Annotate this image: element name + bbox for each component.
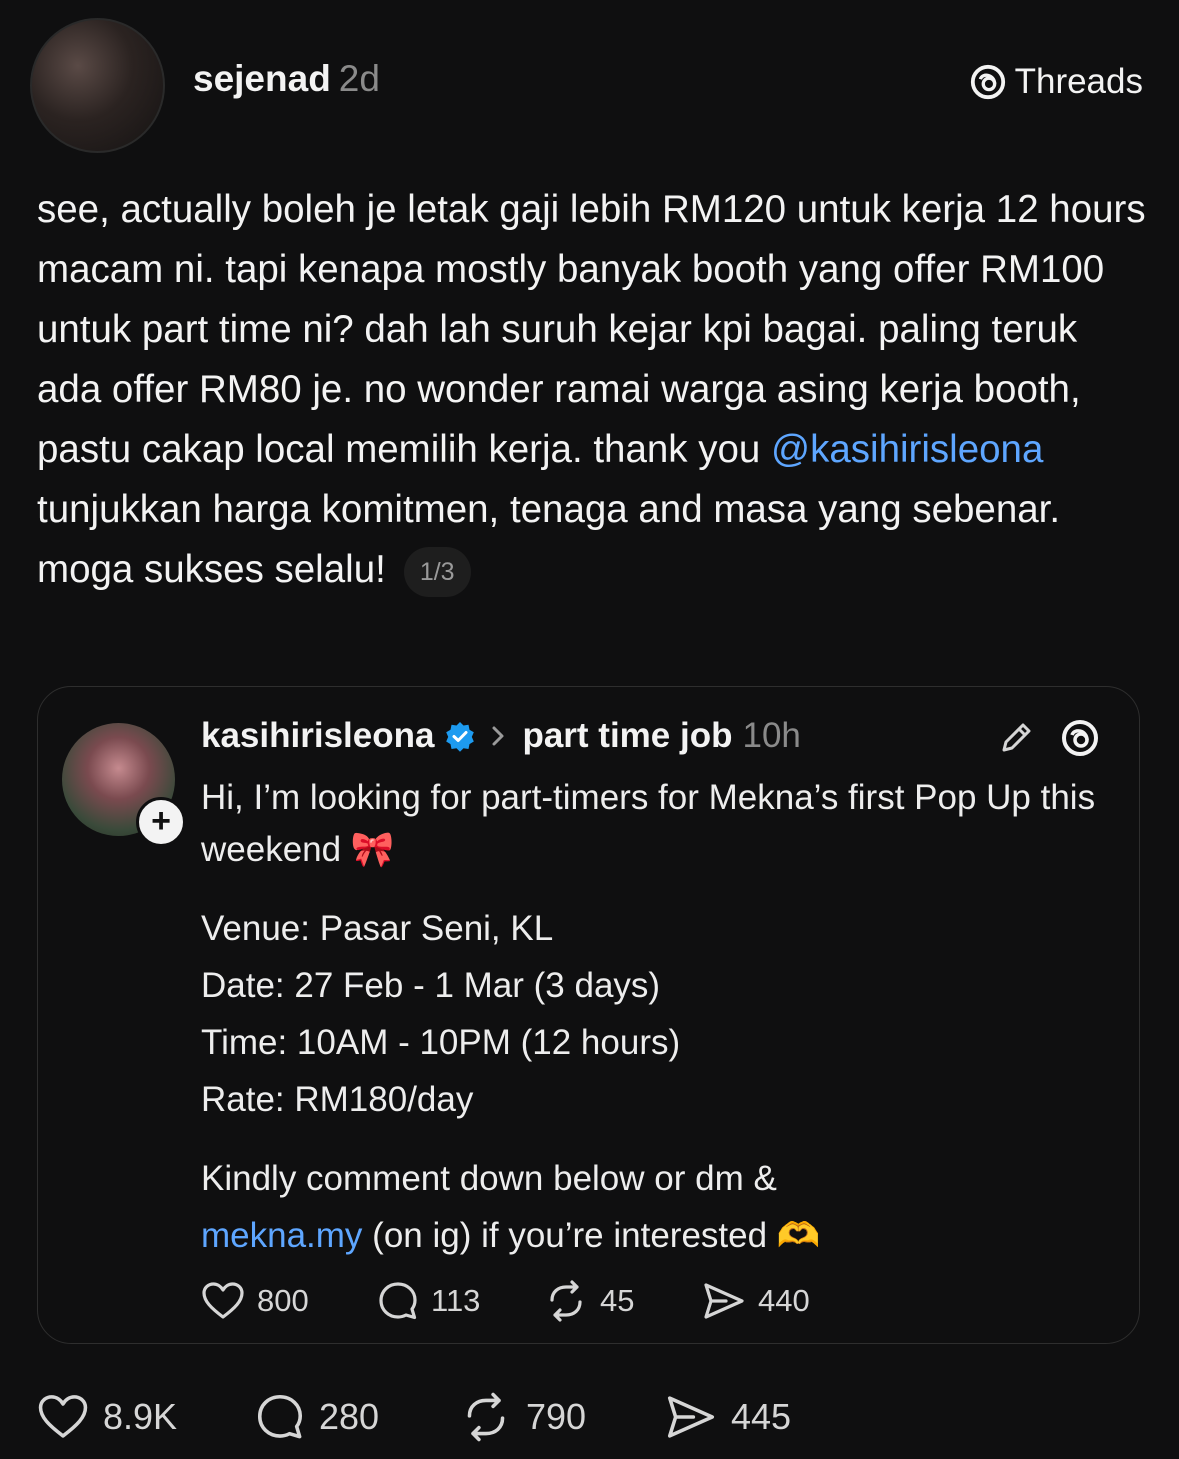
thread-pager-badge: 1/3: [403, 546, 471, 597]
quoted-actions-bar: 800 113 45 440: [201, 1280, 810, 1322]
quoted-time: Time: 10AM - 10PM (12 hours): [201, 1023, 681, 1062]
mention-link[interactable]: @kasihirisleona: [771, 428, 1043, 471]
brand-label: Threads: [1014, 62, 1143, 101]
chevron-right-icon: [492, 726, 504, 746]
post-text-part2: tunjukkan harga komitmen, tenaga and mas…: [37, 488, 1061, 591]
quoted-like-button[interactable]: 800: [201, 1281, 377, 1321]
author-avatar[interactable]: [30, 18, 165, 153]
quoted-intro: Hi, I’m looking for part-timers for Mekn…: [201, 778, 1096, 869]
quoted-like-count: 800: [257, 1283, 309, 1318]
quoted-rate: Rate: RM180/day: [201, 1080, 474, 1119]
quoted-post-age: 10h: [742, 716, 801, 755]
quoted-repost-count: 45: [600, 1283, 635, 1318]
quoted-cta-line2: mekna.my (on ig) if you’re interested 🫶: [201, 1207, 1121, 1264]
quoted-header-icons: [996, 718, 1100, 758]
post-age: 2d: [338, 58, 380, 99]
comment-icon: [379, 1282, 417, 1320]
post-actions-bar: 8.9K 280 790 445: [37, 1392, 791, 1442]
threads-logo-icon: [970, 64, 1005, 100]
quoted-post-header: kasihirisleona part time job 10h: [201, 716, 801, 756]
quoted-share-button[interactable]: 440: [702, 1280, 810, 1322]
follow-plus-button[interactable]: +: [136, 797, 186, 847]
like-count: 8.9K: [103, 1396, 178, 1437]
quoted-share-count: 440: [758, 1283, 810, 1318]
comment-icon: [257, 1394, 303, 1439]
quoted-cta-rest: (on ig) if you’re interested 🫶: [362, 1216, 821, 1255]
quoted-cta-line1: Kindly comment down below or dm &: [201, 1159, 777, 1198]
quoted-reply-button[interactable]: 113: [377, 1280, 544, 1322]
threads-brand[interactable]: Threads: [969, 62, 1143, 102]
mekna-link[interactable]: mekna.my: [201, 1216, 362, 1255]
share-count: 445: [731, 1396, 792, 1437]
quoted-date: Date: 27 Feb - 1 Mar (3 days): [201, 966, 661, 1005]
quoted-post-body: Hi, I’m looking for part-timers for Mekn…: [201, 772, 1121, 1264]
share-icon: [704, 1283, 744, 1319]
quoted-repost-button[interactable]: 45: [544, 1280, 702, 1322]
repost-count: 790: [526, 1396, 587, 1437]
quoted-topic-tag[interactable]: part time job: [522, 716, 732, 756]
author-name[interactable]: sejenad: [193, 58, 331, 99]
repost-icon: [467, 1392, 505, 1442]
threads-logo-icon[interactable]: [1060, 718, 1100, 758]
repost-icon: [550, 1280, 582, 1322]
verified-badge-icon: [446, 722, 475, 752]
share-icon: [667, 1396, 715, 1438]
repost-button[interactable]: 790: [460, 1392, 665, 1442]
heart-icon: [202, 1282, 244, 1319]
quoted-author-name[interactable]: kasihirisleona: [201, 716, 434, 756]
reply-button[interactable]: 280: [255, 1392, 460, 1442]
reply-count: 280: [319, 1396, 380, 1437]
heart-icon: [38, 1395, 88, 1438]
post-author[interactable]: sejenad 2d: [193, 58, 380, 100]
share-button[interactable]: 445: [665, 1392, 791, 1442]
quoted-reply-count: 113: [431, 1283, 481, 1318]
quoted-venue: Venue: Pasar Seni, KL: [201, 909, 554, 948]
post-body: see, actually boleh je letak gaji lebih …: [37, 180, 1147, 600]
like-button[interactable]: 8.9K: [37, 1393, 255, 1441]
edit-pencil-icon[interactable]: [996, 718, 1036, 758]
